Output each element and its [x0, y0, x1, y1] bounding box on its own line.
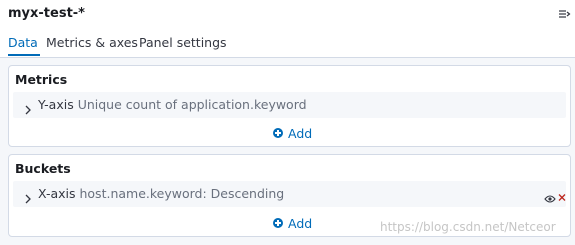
add-bucket-label: Add: [288, 215, 313, 231]
metrics-title: Metrics: [15, 72, 68, 87]
buckets-title: Buckets: [15, 161, 71, 176]
metric-agg-row[interactable]: Y-axis Unique count of application.keywo…: [13, 92, 566, 118]
tab-metrics-axes[interactable]: Metrics & axes: [46, 35, 138, 50]
watermark: https://blog.csdn.net/Netceor: [380, 220, 556, 234]
chevron-right-icon[interactable]: [24, 100, 32, 115]
eye-icon[interactable]: [544, 189, 556, 203]
menu-collapse-icon[interactable]: [557, 6, 571, 20]
plus-circle-icon: [273, 128, 283, 138]
remove-icon[interactable]: [557, 188, 567, 201]
chevron-right-icon[interactable]: [24, 189, 32, 204]
active-tab-indicator: [8, 54, 40, 56]
metric-agg-axis: Y-axis: [38, 97, 74, 112]
metrics-panel: Metrics Y-axis Unique count of applicati…: [8, 65, 571, 147]
bucket-agg-axis: X-axis: [38, 186, 76, 201]
plus-circle-icon: [273, 218, 283, 228]
add-metric-label: Add: [288, 125, 313, 141]
add-metric-button[interactable]: Add: [273, 124, 312, 142]
add-bucket-button[interactable]: Add: [273, 214, 312, 232]
editor-header: myx-test-*: [0, 0, 575, 30]
metric-agg-description: Unique count of application.keyword: [77, 97, 307, 112]
index-pattern-title: myx-test-*: [8, 6, 85, 21]
bucket-agg-row[interactable]: X-axis host.name.keyword: Descending: [13, 181, 566, 207]
metric-agg-label[interactable]: Y-axis Unique count of application.keywo…: [38, 97, 307, 112]
editor-tabs: Data Metrics & axes Panel settings: [0, 30, 575, 58]
bucket-agg-description: host.name.keyword: Descending: [79, 186, 285, 201]
tab-data[interactable]: Data: [8, 35, 38, 50]
bucket-agg-label[interactable]: X-axis host.name.keyword: Descending: [38, 186, 284, 201]
tab-panel-settings[interactable]: Panel settings: [139, 35, 227, 50]
